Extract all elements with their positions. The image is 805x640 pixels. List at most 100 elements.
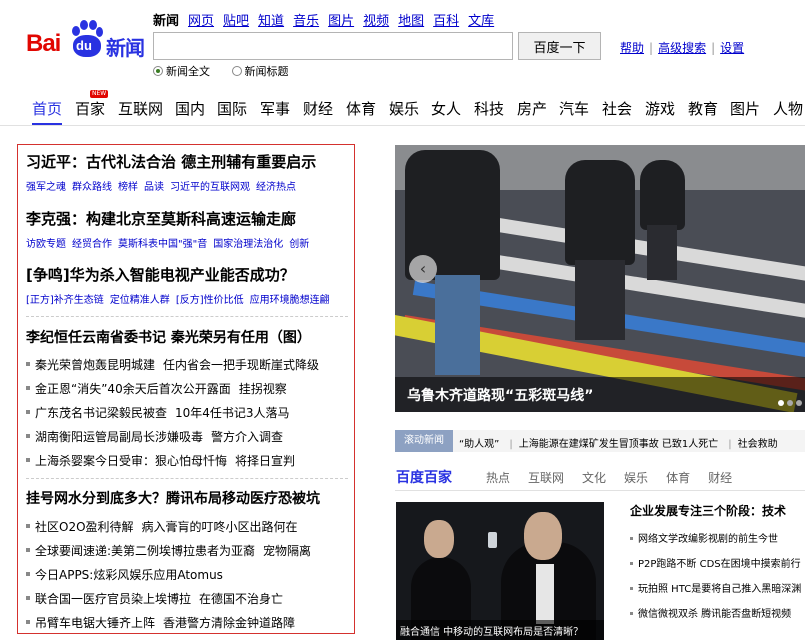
baijia-title[interactable]: 百度百家 [396,467,452,487]
person-face [524,512,562,560]
bullet-icon [26,524,30,528]
divider [395,490,805,491]
tab-internet[interactable]: 互联网 [528,471,564,485]
tab-hot[interactable]: 热点 [486,471,510,485]
article-item[interactable]: 微信微视双杀 腾讯能否盘断短视频 [630,605,791,620]
menu-domestic[interactable]: 国内 [175,98,205,119]
radio-label: 新闻全文 [166,65,210,78]
nav-video[interactable]: 视频 [363,14,389,29]
menu-tech[interactable]: 科技 [474,98,504,119]
list-item[interactable]: 吊臂车电锯大锤齐上阵 香港警方清除金钟道路障 [26,614,303,631]
person-face [424,520,454,558]
sub-link[interactable]: 经贸合作 [72,239,112,250]
nav-images[interactable]: 图片 [328,14,354,29]
list-item[interactable]: 联合国一医疗官员染上埃博拉 在德国不治身亡 [26,590,291,607]
headline-2[interactable]: 李克强：构建北京至莫斯科高速运输走廊 [26,208,296,229]
divider [26,316,348,317]
nav-map[interactable]: 地图 [398,14,424,29]
ticker-item[interactable]: 社会救助 [738,439,778,450]
section-2-title[interactable]: 挂号网水分到底多大？腾讯布局移动医疗恐被坑 [26,488,320,508]
sub-link[interactable]: [反方]性价比低 [176,295,244,306]
menu-home[interactable]: 首页 [32,98,63,125]
carousel-dots [775,391,802,410]
nav-zhidao[interactable]: 知道 [258,14,284,29]
list-item[interactable]: 湖南衡阳运管局副局长涉嫌吸毒 警方介入调查 [26,428,291,445]
search-button[interactable]: 百度一下 [518,32,601,60]
nav-web[interactable]: 网页 [188,14,214,29]
section-1-title[interactable]: 李纪恒任云南省委书记 秦光荣另有任用（图） [26,327,311,347]
sub-link[interactable]: 品读 [144,182,164,193]
menu-realestate[interactable]: 房产 [517,98,547,119]
sub-link[interactable]: 群众路线 [72,182,112,193]
nav-music[interactable]: 音乐 [293,14,319,29]
nav-wenku[interactable]: 文库 [468,14,494,29]
menu-internet[interactable]: 互联网 [118,98,163,119]
photo-caption[interactable]: 乌鲁木齐道路现“五彩斑马线” [407,385,593,405]
list-item[interactable]: 全球要闻速递:美第二例埃博拉患者为亚裔 宠物隔离 [26,542,319,559]
image-caption[interactable]: 融合通信 中移动的互联网布局是否清晰？ [400,623,583,638]
help-link[interactable]: 帮助 [620,41,644,55]
baijia-image[interactable]: 融合通信 中移动的互联网布局是否清晰？ [396,502,604,640]
advanced-search-link[interactable]: 高级搜索 [658,41,706,55]
menu-baijia[interactable]: 百家 [75,98,105,119]
sub-link[interactable]: 访欧专题 [26,239,66,250]
nav-tieba[interactable]: 贴吧 [223,14,249,29]
ticker-item[interactable]: “助人观” [459,439,499,450]
list-item[interactable]: 今日APPS:炫彩风娱乐应用Atomus [26,566,239,583]
sub-link[interactable]: 强军之魂 [26,182,66,193]
logo-news: 新闻 [106,36,145,60]
headline-1[interactable]: 习近平：古代礼法合治 德主刑辅有重要启示 [26,151,316,172]
carousel-prev-button[interactable]: ‹ [409,255,437,283]
sub-link[interactable]: [正方]补齐生态链 [26,295,104,306]
settings-link[interactable]: 设置 [720,41,744,55]
sub-link[interactable]: 国家治理法治化 [213,239,283,250]
list-item[interactable]: 秦光荣曾炮轰昆明城建 任内省会一把手现断崖式降级 [26,356,327,373]
sub-link[interactable]: 创新 [289,239,309,250]
list-item[interactable]: 金正恩“消失”40余天后首次公开露面 挂拐视察 [26,380,295,397]
featured-photo[interactable]: ‹ 乌鲁木齐道路现“五彩斑马线” [395,145,805,412]
list-item[interactable]: 广东茂名书记梁毅民被查 10年4任书记3人落马 [26,404,298,421]
radio-title[interactable]: 新闻标题 [231,63,289,79]
search-input[interactable] [153,32,513,60]
carousel-dot[interactable] [796,400,802,406]
baidu-news-logo[interactable]: Bai du 新闻 [26,20,146,60]
sub-link[interactable]: 经济热点 [256,182,296,193]
article-item[interactable]: P2P跑路不断 CDS在困境中摸索前行 [630,555,801,570]
sub-link[interactable]: 定位精准人群 [110,295,170,306]
menu-women[interactable]: 女人 [431,98,461,119]
nav-baike[interactable]: 百科 [433,14,459,29]
list-item[interactable]: 上海杀婴案今日受审：狠心怕母忏悔 将择日宣判 [26,452,303,469]
phone-icon [488,532,497,548]
ticker-item[interactable]: 上海能源在建煤矿发生冒顶事故 已致1人死亡 [519,439,719,450]
article-item[interactable]: 玩拍照 HTC是要将自己推入黑暗深渊 [630,580,801,595]
tab-finance[interactable]: 财经 [708,471,732,485]
article-item[interactable]: 网络文学改编影视剧的前生今世 [630,530,778,545]
list-item[interactable]: 社区O2O盈利待解 病入膏肓的叮咚小区出路何在 [26,518,306,535]
menu-pictures[interactable]: 图片 [730,98,760,119]
tab-sports[interactable]: 体育 [666,471,690,485]
menu-military[interactable]: 军事 [260,98,290,119]
tab-culture[interactable]: 文化 [582,471,606,485]
article-headline[interactable]: 企业发展专注三个阶段：技术 [630,502,786,519]
carousel-dot[interactable] [778,400,784,406]
radio-full-text[interactable]: 新闻全文 [153,63,210,79]
sub-link[interactable]: 习近平的互联网观 [170,182,250,193]
carousel-dot[interactable] [787,400,793,406]
menu-finance[interactable]: 财经 [303,98,333,119]
menu-people[interactable]: 人物 [773,98,803,119]
menu-auto[interactable]: 汽车 [559,98,589,119]
menu-international[interactable]: 国际 [217,98,247,119]
news-ticker: 滚动新闻 “助人观” | 上海能源在建煤矿发生冒顶事故 已致1人死亡 | 社会救助 [395,430,805,452]
menu-sports[interactable]: 体育 [346,98,376,119]
sub-link[interactable]: 榜样 [118,182,138,193]
sub-link[interactable]: 莫斯科表中国"强"音 [118,239,207,250]
menu-education[interactable]: 教育 [688,98,718,119]
nav-news[interactable]: 新闻 [153,14,179,29]
sub-link[interactable]: 应用环境脆想连翩 [250,295,330,306]
tab-entertainment[interactable]: 娱乐 [624,471,648,485]
menu-society[interactable]: 社会 [602,98,632,119]
menu-entertainment[interactable]: 娱乐 [389,98,419,119]
pedestrian-legs [647,225,677,280]
headline-3[interactable]: [争鸣]华为杀入智能电视产业能否成功？ [26,264,295,285]
menu-games[interactable]: 游戏 [645,98,675,119]
